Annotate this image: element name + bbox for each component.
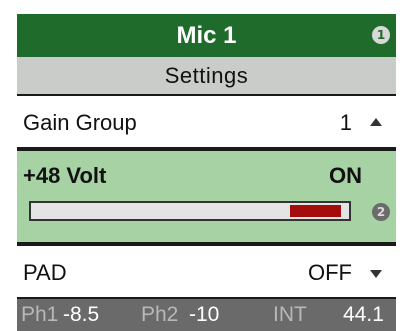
channel-title: Mic 1 — [176, 22, 237, 49]
ph1-value: -8.5 — [63, 303, 100, 326]
gain-group-row[interactable]: Gain Group 1 — [17, 94, 396, 149]
phantom-power-value: ON — [329, 163, 362, 188]
level-meter-fill — [290, 205, 341, 217]
settings-subheader: Settings — [17, 57, 396, 94]
info-badge-icon[interactable]: 1 — [372, 26, 390, 44]
scroll-up-arrow-icon[interactable] — [370, 118, 382, 126]
ph2-label: Ph2 — [141, 303, 179, 326]
phantom-power-label: +48 Volt — [23, 163, 107, 188]
pad-label: PAD — [23, 260, 67, 285]
status-bar: Ph1 -8.5 Ph2 -10 INT 44.1 — [17, 299, 396, 331]
gain-group-label: Gain Group — [23, 110, 137, 135]
gain-group-value: 1 — [339, 110, 352, 135]
pad-value: OFF — [308, 260, 352, 285]
clock-source-label: INT — [273, 303, 307, 326]
pad-row[interactable]: PAD OFF — [17, 244, 396, 299]
device-screen: Mic 1 1 Settings Gain Group 1 +48 Volt O… — [17, 14, 396, 331]
sample-rate-value: 44.1 — [343, 303, 384, 326]
info-badge-icon[interactable]: 2 — [372, 203, 390, 221]
channel-header: Mic 1 1 — [17, 14, 396, 57]
ph2-value: -10 — [189, 303, 220, 326]
ph1-label: Ph1 — [21, 303, 59, 326]
scroll-down-arrow-icon[interactable] — [370, 270, 382, 278]
phantom-power-row[interactable]: +48 Volt ON 2 — [17, 151, 396, 242]
level-meter — [29, 201, 351, 221]
